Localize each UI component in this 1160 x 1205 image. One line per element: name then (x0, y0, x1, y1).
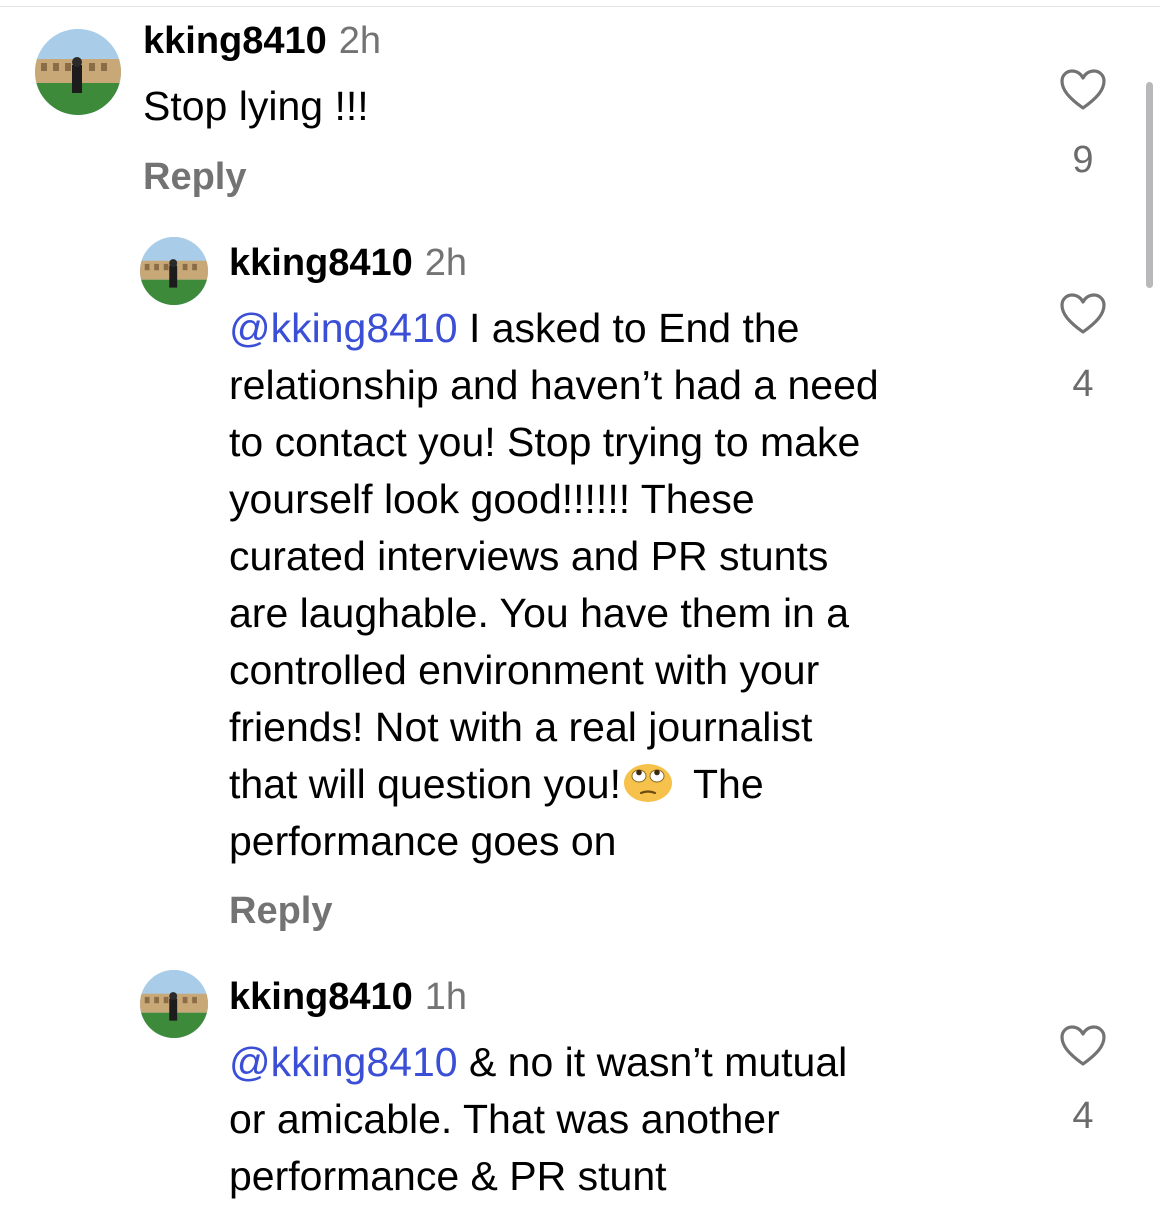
comment-line: curated interviews and PR stunts (229, 533, 829, 579)
mention-link[interactable]: @kking8410 (229, 1039, 458, 1085)
avatar-photo (140, 970, 208, 1038)
comment-line-text: The (693, 761, 764, 807)
comment-line: @kking8410 & no it wasn’t mutual (229, 1034, 1049, 1091)
comment-line-text: that will question you! (229, 761, 622, 807)
timestamp: 1h (424, 976, 468, 1018)
comment-line-text: I asked to End the (457, 305, 800, 351)
heart-outline-icon (1060, 69, 1106, 110)
comment-text: @kking8410 & no it wasn’t mutual or amic… (229, 1034, 1049, 1205)
comment-line: performance goes on (229, 818, 617, 864)
username[interactable]: kking8410 (229, 976, 413, 1018)
reply-button[interactable]: Reply (143, 155, 246, 199)
like-button[interactable]: 4 (1053, 1024, 1113, 1138)
avatar[interactable] (140, 237, 208, 305)
avatar-photo (35, 29, 121, 115)
avatar[interactable] (140, 970, 208, 1038)
like-button[interactable]: 4 (1053, 292, 1113, 406)
username[interactable]: kking8410 (143, 20, 327, 62)
comment-line: relationship and haven’t had a need (229, 362, 879, 408)
timestamp: 2h (424, 242, 468, 284)
comment-line: friends! Not with a real journalist (229, 704, 813, 750)
author-row: kking8410 1h (229, 975, 467, 1019)
like-count: 4 (1072, 1095, 1094, 1137)
mention-link[interactable]: @kking8410 (229, 305, 458, 351)
avatar-photo (140, 237, 208, 305)
like-button[interactable]: 9 (1053, 68, 1113, 182)
author-row: kking8410 2h (143, 19, 381, 63)
comment-text: @kking8410 I asked to End the relationsh… (229, 300, 1049, 870)
comment-line: are laughable. You have them in a (229, 590, 850, 636)
like-count: 9 (1072, 139, 1094, 181)
top-divider (0, 0, 1160, 7)
heart-outline-icon (1060, 1025, 1106, 1066)
comment-line: or amicable. That was another (229, 1096, 780, 1142)
comment-line: @kking8410 I asked to End the (229, 300, 1049, 357)
comment-line: controlled environment with your (229, 647, 820, 693)
like-count: 4 (1072, 363, 1094, 405)
username[interactable]: kking8410 (229, 242, 413, 284)
timestamp: 2h (338, 20, 382, 62)
avatar[interactable] (35, 29, 121, 115)
comment-line: yourself look good!!!!!! These (229, 476, 755, 522)
heart-outline-icon (1060, 293, 1106, 334)
comment-line: that will question you! The (229, 756, 1049, 813)
comment-line-text: & no it wasn’t mutual (457, 1039, 848, 1085)
scrollbar[interactable] (1146, 82, 1153, 288)
comment-line: performance & PR stunt (229, 1153, 667, 1199)
comment-text: Stop lying !!! (143, 83, 369, 129)
face-with-rolling-eyes-emoji (624, 764, 673, 802)
reply-button[interactable]: Reply (229, 889, 332, 933)
author-row: kking8410 2h (229, 241, 467, 285)
comment-line: to contact you! Stop trying to make (229, 419, 861, 465)
